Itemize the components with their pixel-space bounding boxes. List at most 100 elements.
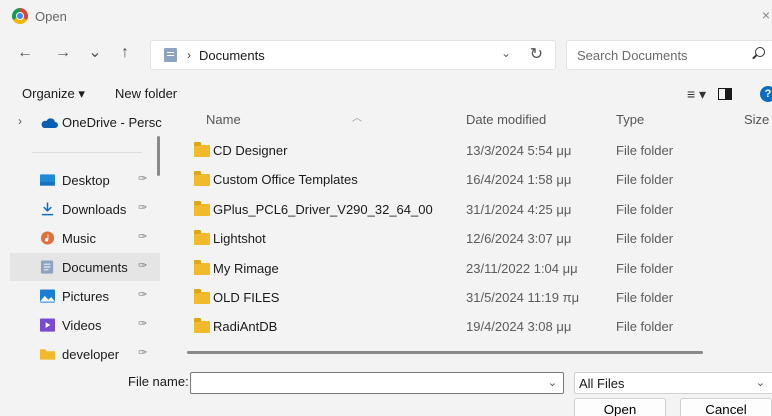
folder-icon [194,289,210,304]
pin-icon[interactable]: ✑ [138,288,147,301]
file-row[interactable]: Lightshot 12/6/2024 3:07 μμ File folder [172,224,772,254]
search-input[interactable]: Search Documents [566,40,772,70]
file-name: CD Designer [213,143,288,158]
file-date: 19/4/2024 3:08 μμ [466,319,572,334]
file-date: 31/1/2024 4:25 μμ [466,202,572,217]
expand-chevron-icon[interactable]: › [18,114,22,128]
address-dropdown-icon[interactable]: ⌄ [501,46,511,60]
pin-icon[interactable]: ✑ [138,201,147,214]
folder-icon [194,260,210,275]
file-name: My Rimage [213,261,279,276]
navigation-pane: › OneDrive - Persc Desktop ✑ Downloads ✑… [0,108,162,364]
help-icon[interactable]: ? [760,86,772,102]
preview-pane-icon[interactable] [718,88,732,100]
file-date: 12/6/2024 3:07 μμ [466,231,572,246]
pin-icon[interactable]: ✑ [138,172,147,185]
pictures-icon [40,289,55,303]
documents-icon [164,48,177,62]
column-header-name[interactable]: Name ︿ [206,112,362,127]
file-type: File folder [616,261,674,276]
file-list: Name ︿ Date modified Type Size CD Designe… [172,108,772,364]
dialog-footer: File name: ⌄ All Files ⌄ Open Cancel [0,364,772,416]
download-icon [41,202,54,216]
file-row[interactable]: CD Designer 13/3/2024 5:54 μμ File folde… [172,136,772,166]
file-date: 23/11/2022 1:04 μμ [466,261,578,276]
chrome-icon [12,8,28,24]
recent-locations-icon[interactable]: ⌄ [84,42,106,62]
filename-field[interactable]: ⌄ [190,372,564,394]
filename-dropdown-icon[interactable]: ⌄ [548,376,557,389]
file-type-filter-value: All Files [579,376,625,391]
back-arrow-icon[interactable]: ← [14,44,36,62]
column-header-type[interactable]: Type [616,112,644,127]
filter-dropdown-icon[interactable]: ⌄ [756,376,765,389]
sidebar-item-onedrive[interactable]: › OneDrive - Persc [10,108,162,136]
sidebar-item-documents[interactable]: Documents ✑ [10,253,160,281]
view-menu-icon[interactable]: ≡ ▾ [687,86,706,103]
file-type: File folder [616,319,674,334]
file-type: File folder [616,231,674,246]
breadcrumb-documents[interactable]: Documents [199,48,265,63]
pin-icon[interactable]: ✑ [138,346,147,359]
new-folder-button[interactable]: New folder [115,86,177,101]
file-type: File folder [616,202,674,217]
refresh-icon[interactable]: ↻ [530,44,543,64]
cloud-icon [41,118,58,128]
sidebar-item-label: Videos [62,318,102,333]
window-title: Open [35,8,67,24]
file-name: OLD FILES [213,290,280,305]
pin-icon[interactable]: ✑ [138,230,147,243]
desktop-icon [40,174,55,186]
sidebar-item-music[interactable]: Music ✑ [10,224,160,252]
close-icon[interactable]: × [762,7,770,23]
pin-icon[interactable]: ✑ [138,317,147,330]
horizontal-scrollbar[interactable] [187,351,703,354]
folder-icon [194,318,210,333]
sidebar-scrollbar[interactable] [157,136,160,176]
search-placeholder: Search Documents [577,48,688,63]
sidebar-item-label: Documents [62,260,128,275]
sidebar-item-label: Pictures [62,289,109,304]
folder-icon [194,142,210,157]
file-date: 16/4/2024 1:58 μμ [466,172,572,187]
music-icon [40,231,55,245]
file-name: Custom Office Templates [213,172,358,187]
up-arrow-icon[interactable]: ↑ [114,44,136,62]
address-bar[interactable]: › Documents ⌄ ↻ [150,40,556,70]
column-header-date[interactable]: Date modified [466,112,546,127]
sort-caret-icon: ︿ [352,113,362,124]
folder-icon [194,171,210,186]
sidebar-item-label: OneDrive - Persc [62,115,162,130]
cancel-button[interactable]: Cancel [680,398,772,416]
videos-icon [40,318,55,332]
folder-icon [194,230,210,245]
file-row[interactable]: Custom Office Templates 16/4/2024 1:58 μ… [172,165,772,195]
file-row[interactable]: OLD FILES 31/5/2024 11:19 πμ File folder [172,283,772,313]
folder-icon [194,201,210,216]
breadcrumb-separator-icon: › [187,48,191,62]
sidebar-item-downloads[interactable]: Downloads ✑ [10,195,160,223]
sidebar-item-label: developer [62,347,120,362]
sidebar-item-label: Music [62,231,96,246]
sidebar-item-videos[interactable]: Videos ✑ [10,311,160,339]
navigation-bar: ← → ⌄ ↑ › Documents ⌄ ↻ Search Documents [0,38,772,72]
file-type: File folder [616,172,674,187]
file-date: 13/3/2024 5:54 μμ [466,143,572,158]
organize-button[interactable]: Organize ▾ [22,86,85,102]
pin-icon[interactable]: ✑ [138,259,147,272]
file-row[interactable]: GPlus_PCL6_Driver_V290_32_64_00 31/1/202… [172,195,772,225]
column-header-size[interactable]: Size [744,112,769,127]
file-name: GPlus_PCL6_Driver_V290_32_64_00 [213,202,433,217]
file-row[interactable]: My Rimage 23/11/2022 1:04 μμ File folder [172,254,772,284]
file-row[interactable]: RadiAntDB 19/4/2024 3:08 μμ File folder [172,312,772,342]
file-type: File folder [616,290,674,305]
open-button[interactable]: Open [574,398,666,416]
sidebar-item-pictures[interactable]: Pictures ✑ [10,282,160,310]
title-bar: Open × [0,0,772,32]
search-icon[interactable] [755,47,765,57]
sidebar-item-desktop[interactable]: Desktop ✑ [10,166,160,194]
forward-arrow-icon[interactable]: → [52,44,74,62]
sidebar-item-label: Desktop [62,173,110,188]
command-bar: Organize ▾ New folder ≡ ▾ ? [0,80,772,108]
file-type-filter[interactable]: All Files ⌄ [574,372,772,394]
